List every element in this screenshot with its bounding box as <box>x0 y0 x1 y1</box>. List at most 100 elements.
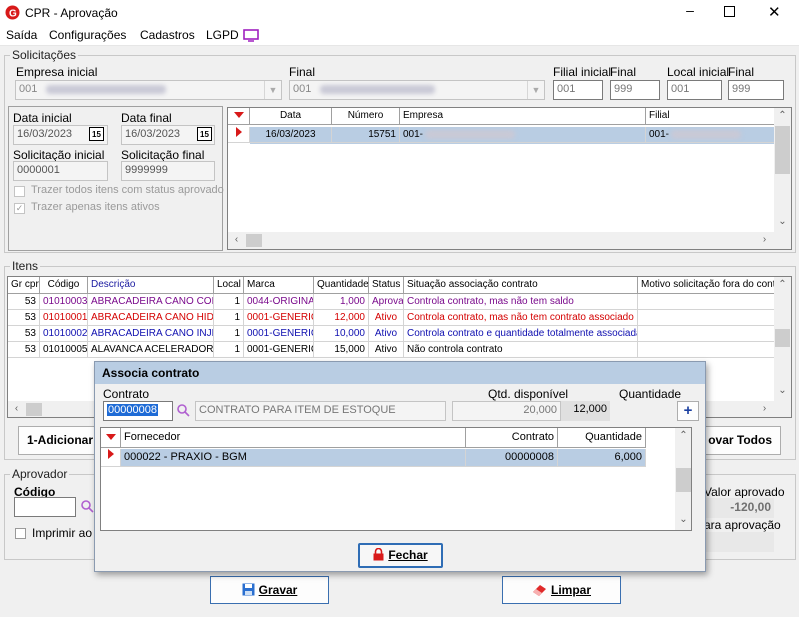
calendar-icon[interactable]: 15 <box>197 127 212 141</box>
col-empresa[interactable]: Empresa <box>400 108 646 125</box>
close-icon[interactable]: ✕ <box>768 3 781 21</box>
codigo-input[interactable] <box>14 497 76 517</box>
scroll-up-icon[interactable]: ⌃ <box>774 279 791 290</box>
solicitacoes-grid[interactable]: Data Número Empresa Filial 16/03/2023 15… <box>227 107 792 250</box>
menu-saida[interactable]: Saída <box>6 28 37 42</box>
chk-todos-label: Trazer todos itens com status aprovado <box>31 184 224 196</box>
horizontal-scrollbar[interactable]: ‹ › <box>228 232 791 249</box>
table-row[interactable]: 16/03/2023 15751 001- 001- <box>250 127 776 144</box>
cell-gr: 53 <box>8 326 40 342</box>
grid-indicator-header <box>101 428 121 448</box>
col-descricao[interactable]: Descrição <box>88 277 214 294</box>
solic-final-label: Solicitação final <box>121 148 205 162</box>
scroll-right-icon[interactable]: › <box>756 234 773 245</box>
cell-marca: 0001-GENERICO <box>244 310 314 326</box>
menu-cadastros[interactable]: Cadastros <box>140 28 195 42</box>
col-filial[interactable]: Filial <box>646 108 776 125</box>
menu-lgpd[interactable]: LGPD <box>206 28 239 42</box>
cell-fornecedor: 000022 - PRAXIO - BGM <box>121 449 466 467</box>
chk-ativos-label: Trazer apenas itens ativos <box>31 201 160 213</box>
cell-data: 16/03/2023 <box>250 127 332 143</box>
scroll-up-icon[interactable]: ⌃ <box>774 110 791 121</box>
col-situacao[interactable]: Situação associação contrato <box>404 277 638 294</box>
col-numero[interactable]: Número <box>332 108 400 125</box>
cell-marca: 0001-GENERICO <box>244 342 314 358</box>
table-row[interactable]: 53 01010002 ABRACADEIRA CANO INJE 1 0001-GEN… <box>8 326 775 342</box>
col-quantidade[interactable]: Quantidade <box>314 277 369 294</box>
aprovador-legend: Aprovador <box>10 467 70 481</box>
fornecedor-grid[interactable]: Fornecedor Contrato Quantidade 000022 - … <box>100 427 692 531</box>
chk-ativos[interactable]: ✓ <box>14 203 25 214</box>
cell-marca: 0044-ORIGINAL <box>244 294 314 310</box>
scroll-right-icon[interactable]: › <box>756 403 773 414</box>
cell-motivo <box>638 294 775 310</box>
local-inicial-input[interactable]: 001 <box>667 80 722 100</box>
cell-gr: 53 <box>8 294 40 310</box>
search-icon[interactable] <box>177 404 190 417</box>
add-button[interactable]: + <box>677 401 699 421</box>
cell-local: 1 <box>214 326 244 342</box>
chk-todos[interactable] <box>14 186 25 197</box>
cell-quantidade: 1,000 <box>314 294 369 310</box>
filial-final-label: Final <box>610 65 637 79</box>
empresa-final-value: 001 <box>293 83 312 95</box>
scroll-left-icon[interactable]: ‹ <box>228 234 245 245</box>
empresa-inicial-combo[interactable]: 001 ▼ <box>15 80 282 100</box>
cell-situacao: Não controla contrato <box>404 342 638 358</box>
col-fornecedor[interactable]: Fornecedor <box>121 428 466 448</box>
scroll-left-icon[interactable]: ‹ <box>8 403 25 414</box>
menu-configuracoes[interactable]: Configurações <box>49 28 126 42</box>
table-row[interactable]: 000022 - PRAXIO - BGM 00000008 6,000 <box>121 449 646 467</box>
chevron-down-icon[interactable]: ▼ <box>527 81 544 99</box>
filial-inicial-input[interactable]: 001 <box>553 80 603 100</box>
imprimir-checkbox[interactable] <box>15 528 26 539</box>
solic-final-input[interactable]: 9999999 <box>121 161 215 181</box>
scroll-down-icon[interactable]: ⌄ <box>675 514 691 525</box>
vertical-scrollbar[interactable]: ⌃ ⌄ <box>774 277 791 401</box>
col-motivo[interactable]: Motivo solicitação fora do cont <box>638 277 775 294</box>
limpar-button[interactable]: Limpar <box>502 576 621 604</box>
filial-final-input[interactable]: 999 <box>610 80 660 100</box>
table-row[interactable]: 53 01010005 ALAVANCA ACELERADOR 1 0001-GENER… <box>8 342 775 358</box>
local-final-input[interactable]: 999 <box>728 80 784 100</box>
col-data[interactable]: Data <box>250 108 332 125</box>
adicionar-button[interactable]: 1-Adicionar <box>18 426 98 455</box>
col-quantidade[interactable]: Quantidade <box>558 428 646 448</box>
cell-status: Aprovado <box>369 294 404 310</box>
solic-inicial-input[interactable]: 0000001 <box>13 161 108 181</box>
filial-inicial-label: Filial inicial <box>553 65 612 79</box>
vertical-scrollbar[interactable]: ⌃ ⌄ <box>774 108 791 232</box>
search-icon[interactable] <box>81 500 94 513</box>
monitor-icon[interactable] <box>243 29 259 42</box>
solicitacoes-legend: Solicitações <box>10 48 79 62</box>
col-contrato[interactable]: Contrato <box>466 428 558 448</box>
col-marca[interactable]: Marca <box>244 277 314 294</box>
maximize-icon[interactable] <box>724 6 735 17</box>
scroll-down-icon[interactable]: ⌄ <box>774 216 791 227</box>
scroll-down-icon[interactable]: ⌄ <box>774 385 791 396</box>
local-inicial-label: Local inicial <box>667 65 730 79</box>
col-local[interactable]: Local <box>214 277 244 294</box>
minimize-icon[interactable]: – <box>680 2 700 18</box>
cell-codigo: 01010002 <box>40 326 88 342</box>
sort-icon <box>105 434 116 440</box>
table-row[interactable]: 53 01010001 ABRACADEIRA CANO HIDR 1 0001-GEN… <box>8 310 775 326</box>
chevron-down-icon[interactable]: ▼ <box>264 81 281 99</box>
gravar-button[interactable]: Gravar <box>210 576 329 604</box>
empresa-final-combo[interactable]: 001 ▼ <box>289 80 545 100</box>
scroll-up-icon[interactable]: ⌃ <box>675 430 691 441</box>
contrato-input[interactable]: 00000008 <box>103 401 173 421</box>
cell-motivo <box>638 310 775 326</box>
table-row[interactable]: 53 01010003 ABRACADEIRA CANO CON 1 0044-ORIG… <box>8 294 775 310</box>
col-codigo[interactable]: Código <box>40 277 88 294</box>
calendar-icon[interactable]: 15 <box>89 127 104 141</box>
cell-local: 1 <box>214 294 244 310</box>
empresa-inicial-label: Empresa inicial <box>16 65 98 79</box>
col-gr[interactable]: Gr cpr <box>8 277 40 294</box>
aprovar-todos-button[interactable]: ovar Todos <box>695 426 781 455</box>
fechar-button[interactable]: Fechar <box>358 543 443 568</box>
vertical-scrollbar[interactable]: ⌃ ⌄ <box>675 428 691 530</box>
dialog-title: Associa contrato <box>95 362 705 384</box>
cell-gr: 53 <box>8 310 40 326</box>
col-status[interactable]: Status <box>369 277 404 294</box>
